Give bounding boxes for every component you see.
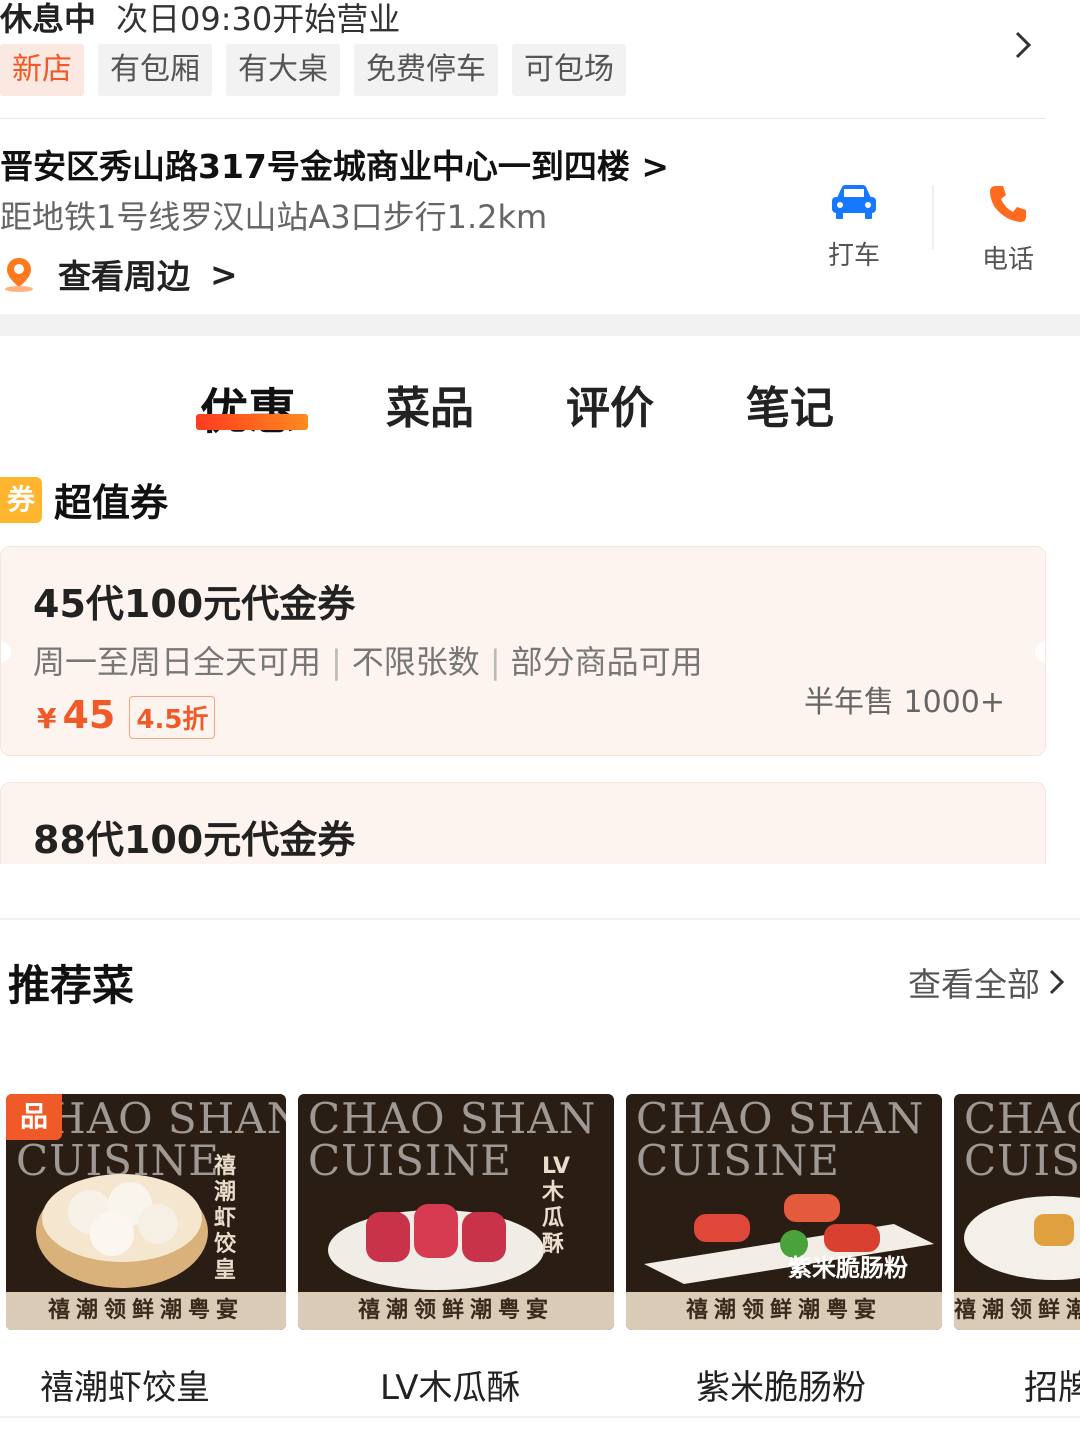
dish-vertical-label: LV木瓜酥	[542, 1154, 571, 1257]
phone-button[interactable]: 电话	[958, 182, 1058, 276]
dish-card[interactable]: CHAO SHAN CUISINE LV木瓜酥 禧潮领鲜潮粤宴	[298, 1094, 614, 1330]
coupon-price: ¥ 45 4.5折	[37, 693, 216, 739]
dish-name: 紫米脆肠粉	[696, 1368, 866, 1408]
tab-bar: 优惠 菜品 评价 笔记	[0, 372, 1080, 442]
discount-badge: 4.5折	[129, 696, 216, 739]
chevron-right-icon: >	[641, 147, 670, 186]
brand-banner: 禧潮领鲜潮粤宴	[954, 1292, 1080, 1330]
brand-banner: 禧潮领鲜潮粤宴	[298, 1292, 614, 1330]
taxi-button[interactable]: 打车	[804, 182, 904, 272]
tag-new: 新店	[0, 44, 84, 96]
divider	[0, 918, 1080, 920]
coupon-condition: 周一至周日全天可用	[33, 643, 322, 681]
coupon-condition: 不限张数	[351, 643, 480, 681]
dish-card[interactable]: CHAO SHAN CUISINE 禧潮领鲜潮粤宴	[954, 1094, 1080, 1330]
tag-free-parking: 免费停车	[354, 44, 498, 96]
coupon-section-header: 券 超值券	[0, 472, 168, 527]
phone-icon	[990, 186, 1026, 222]
view-all-label: 查看全部	[908, 965, 1040, 1004]
sales-count: 半年售 1000+	[803, 685, 1005, 720]
coupon-icon: 券	[0, 476, 42, 523]
chevron-right-icon	[1049, 969, 1065, 995]
signature-badge: 品	[6, 1094, 62, 1140]
chevron-right-icon: >	[210, 254, 238, 294]
address-line[interactable]: 晋安区秀山路317号金城商业中心一到四楼 >	[0, 140, 669, 188]
tag-large-table: 有大桌	[226, 44, 340, 96]
feature-tags: 新店 有包厢 有大桌 免费停车 可包场	[0, 44, 626, 96]
dish-photo	[328, 1204, 544, 1290]
coupon-section-title: 超值券	[54, 481, 169, 525]
dish-overlay-label: 紫米脆肠粉	[788, 1254, 908, 1282]
tab-notes[interactable]: 笔记	[746, 372, 834, 436]
card-notch	[1035, 642, 1045, 662]
dish-vertical-label: 禧潮虾饺皇	[214, 1154, 237, 1283]
subway-distance: 距地铁1号线罗汉山站A3口步行1.2km	[0, 198, 548, 236]
view-nearby-link[interactable]: 查看周边 >	[0, 250, 238, 298]
dish-photo	[36, 1174, 208, 1288]
active-tab-indicator	[196, 414, 308, 430]
divider	[0, 1416, 1080, 1418]
coupon-title: 45代100元代金券	[33, 582, 356, 626]
view-all-link[interactable]: 查看全部	[908, 958, 1068, 1006]
coupon-title: 88代100元代金券	[33, 818, 356, 862]
tag-private-room: 有包厢	[98, 44, 212, 96]
business-hours: 次日09:30开始营业	[116, 0, 401, 38]
taxi-label: 打车	[827, 241, 880, 271]
car-icon	[832, 185, 876, 219]
tab-reviews[interactable]: 评价	[566, 372, 654, 436]
recommended-dishes-title: 推荐菜	[8, 961, 135, 1010]
currency-symbol: ¥	[37, 702, 57, 735]
dish-photo	[964, 1196, 1080, 1280]
price-value: 45	[62, 693, 116, 737]
brand-banner: 禧潮领鲜潮粤宴	[626, 1292, 942, 1330]
coupon-card[interactable]: 88代100元代金券	[0, 782, 1046, 864]
dish-name: LV木瓜酥	[380, 1368, 521, 1408]
coupon-condition: 部分商品可用	[510, 643, 703, 681]
brand-banner: 禧潮领鲜潮粤宴	[6, 1292, 286, 1330]
phone-label: 电话	[981, 245, 1034, 275]
section-separator	[0, 314, 1080, 336]
separator: |	[489, 643, 501, 681]
map-pin-icon	[5, 258, 33, 292]
divider	[0, 118, 1046, 119]
dish-card[interactable]: CHAO SHAN CUISINE 紫米脆肠粉 禧潮领鲜潮粤宴	[626, 1094, 942, 1330]
coupon-card[interactable]: 45代100元代金券 周一至周日全天可用 | 不限张数 | 部分商品可用 ¥ 45 4.…	[0, 546, 1046, 756]
address-text: 晋安区秀山路317号金城商业中心一到四楼	[0, 147, 630, 186]
status-state: 休息中	[0, 0, 97, 38]
tab-dishes[interactable]: 菜品	[386, 372, 474, 436]
brand-watermark: CHAO SHAN CUISINE	[964, 1094, 1080, 1185]
dish-name: 招牌	[1024, 1368, 1080, 1408]
dish-name: 禧潮虾饺皇	[40, 1368, 210, 1408]
divider	[932, 185, 934, 249]
chevron-right-icon[interactable]	[1006, 28, 1040, 62]
separator: |	[331, 643, 342, 681]
tag-private-booking: 可包场	[512, 44, 626, 96]
view-nearby-label: 查看周边	[58, 257, 190, 296]
card-notch	[1, 642, 11, 662]
coupon-conditions: 周一至周日全天可用 | 不限张数 | 部分商品可用	[33, 637, 703, 683]
tab-offers[interactable]: 优惠	[200, 372, 296, 442]
business-status: 休息中 次日09:30开始营业	[0, 0, 400, 40]
